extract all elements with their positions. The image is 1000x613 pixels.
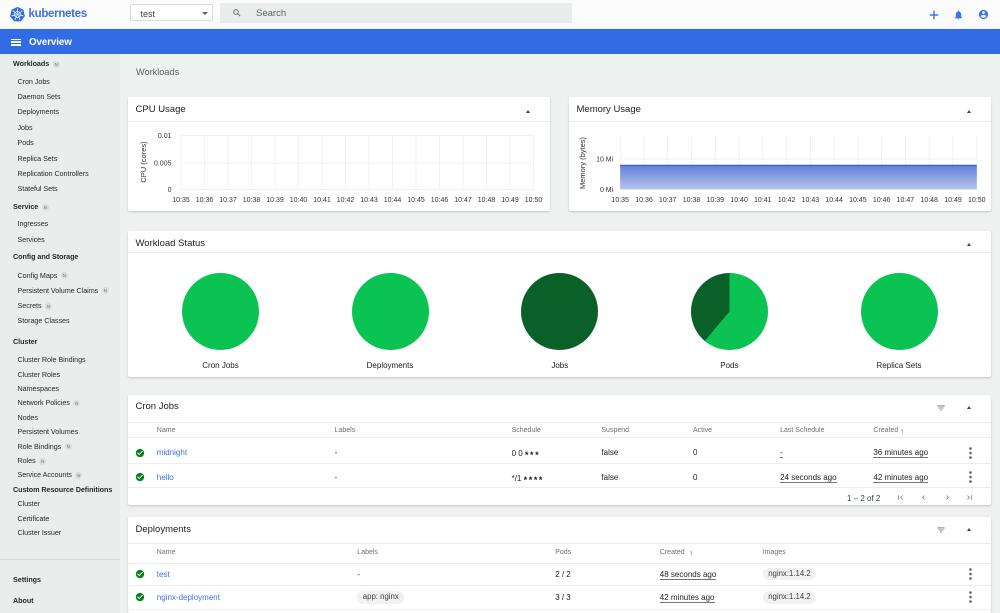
svg-text:10:44: 10:44	[825, 197, 843, 204]
svg-text:10:43: 10:43	[360, 197, 378, 204]
svg-text:10:38: 10:38	[683, 197, 701, 204]
svg-text:10:50: 10:50	[525, 197, 543, 204]
svg-text:10:38: 10:38	[243, 197, 261, 204]
svg-text:0: 0	[168, 187, 172, 194]
svg-text:10:49: 10:49	[501, 197, 519, 204]
svg-text:0.005: 0.005	[154, 161, 172, 168]
svg-text:10:36: 10:36	[635, 197, 653, 204]
svg-text:10:48: 10:48	[478, 197, 496, 204]
svg-text:10:39: 10:39	[707, 197, 725, 204]
svg-text:10:41: 10:41	[754, 197, 772, 204]
svg-text:10:40: 10:40	[730, 197, 748, 204]
svg-text:10:46: 10:46	[873, 197, 891, 204]
svg-text:10:48: 10:48	[920, 197, 938, 204]
svg-text:10:36: 10:36	[196, 197, 214, 204]
svg-text:10:42: 10:42	[337, 197, 355, 204]
svg-text:10:37: 10:37	[219, 197, 237, 204]
svg-text:Memory (bytes): Memory (bytes)	[578, 136, 587, 189]
svg-text:10:45: 10:45	[407, 197, 425, 204]
svg-text:10:39: 10:39	[266, 197, 284, 204]
svg-text:10:35: 10:35	[172, 197, 190, 204]
svg-text:10:47: 10:47	[454, 197, 472, 204]
svg-text:10:44: 10:44	[384, 197, 402, 204]
svg-text:10:47: 10:47	[897, 197, 915, 204]
svg-text:10:40: 10:40	[290, 197, 308, 204]
svg-text:10:41: 10:41	[313, 197, 331, 204]
svg-text:0 Mi: 0 Mi	[600, 187, 614, 194]
svg-text:10:42: 10:42	[778, 197, 796, 204]
svg-text:10 Mi: 10 Mi	[596, 157, 614, 164]
svg-text:10:35: 10:35	[611, 197, 629, 204]
svg-text:10:50: 10:50	[968, 197, 986, 204]
svg-text:10:43: 10:43	[802, 197, 820, 204]
svg-text:10:49: 10:49	[944, 197, 962, 204]
svg-text:0.01: 0.01	[158, 133, 172, 140]
svg-text:10:37: 10:37	[659, 197, 677, 204]
svg-text:10:46: 10:46	[431, 197, 449, 204]
svg-text:10:45: 10:45	[849, 197, 867, 204]
svg-text:CPU (cores): CPU (cores)	[139, 141, 148, 183]
